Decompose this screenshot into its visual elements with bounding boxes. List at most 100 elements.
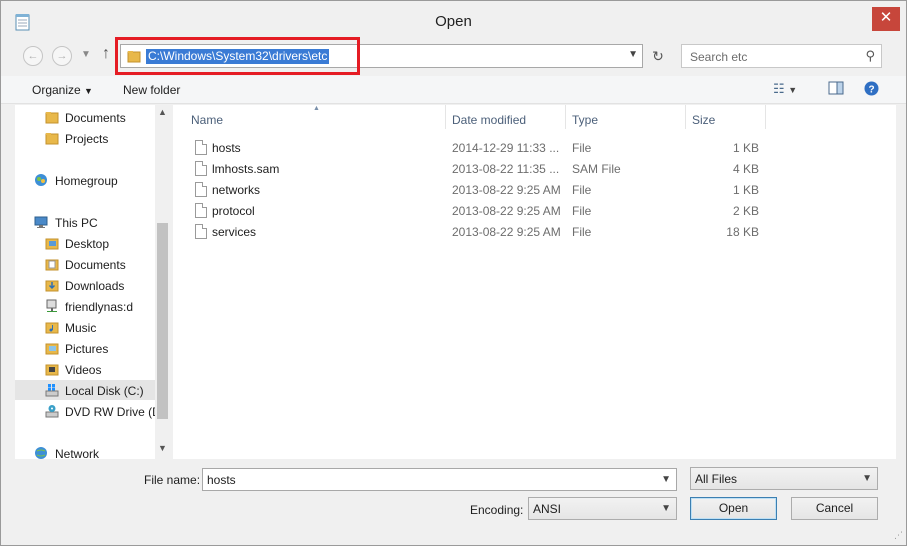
refresh-button[interactable]: ↻ (647, 45, 669, 67)
file-row[interactable]: protocol 2013-08-22 9:25 AM File 2 KB (173, 201, 773, 222)
toolbar: Organize ▼ New folder ☷ ▼ ? (1, 76, 906, 104)
column-header-name[interactable]: Name (191, 113, 223, 127)
search-box[interactable]: Search etc ⚲ (681, 44, 882, 68)
file-icon (195, 161, 207, 176)
file-type: File (572, 141, 592, 155)
sidebar-item-downloads[interactable]: Downloads (15, 275, 157, 295)
file-type-filter[interactable]: All Files ▼ (690, 467, 878, 490)
file-icon (195, 224, 207, 239)
homegroup-icon (35, 174, 47, 186)
column-divider[interactable] (565, 105, 566, 129)
file-row[interactable]: lmhosts.sam 2013-08-22 11:35 ... SAM Fil… (173, 159, 773, 180)
file-name-combo[interactable]: hosts ▼ (202, 468, 677, 491)
folder-icon (45, 112, 59, 124)
organize-label: Organize (32, 83, 81, 97)
file-name: lmhosts.sam (212, 162, 280, 176)
chevron-down-icon: ▼ (661, 503, 671, 514)
address-dropdown-button[interactable]: ▼ (628, 49, 638, 60)
sidebar-item-documents-pc[interactable]: Documents (15, 254, 157, 274)
sidebar-item-homegroup[interactable]: Homegroup (15, 170, 157, 190)
file-row[interactable]: services 2013-08-22 9:25 AM File 18 KB (173, 222, 773, 243)
chevron-down-icon[interactable]: ▼ (661, 474, 671, 485)
sidebar-item-label: Music (65, 321, 97, 335)
annotation-highlight-box (115, 37, 360, 75)
help-button[interactable]: ? (864, 81, 879, 99)
forward-button[interactable]: → (52, 46, 72, 66)
resize-grip-icon[interactable]: ⋰ (894, 530, 903, 541)
sidebar-item-label: Documents (65, 111, 126, 125)
preview-pane-icon (828, 81, 844, 95)
sidebar-item-label: Projects (65, 132, 109, 146)
sidebar-scrollbar[interactable]: ▲ ▼ (155, 105, 170, 459)
back-arrow-icon: ← (27, 50, 39, 62)
view-options-button[interactable]: ☷ ▼ (773, 81, 797, 97)
folder-icon (45, 322, 59, 334)
column-divider[interactable] (685, 105, 686, 129)
up-button[interactable]: ↑ (102, 45, 110, 63)
new-folder-button[interactable]: New folder (123, 83, 180, 97)
file-date: 2013-08-22 9:25 AM (452, 204, 561, 218)
scroll-thumb[interactable] (157, 223, 168, 419)
svg-text:?: ? (868, 85, 874, 96)
back-button[interactable]: ← (23, 46, 43, 66)
column-header-size[interactable]: Size (692, 113, 715, 127)
file-row[interactable]: networks 2013-08-22 9:25 AM File 1 KB (173, 180, 773, 201)
file-name: networks (212, 183, 261, 197)
sort-indicator-icon: ▲ (313, 105, 320, 112)
view-list-icon: ☷ (773, 81, 785, 96)
file-type: SAM File (572, 162, 621, 176)
sidebar-item-friendlynas[interactable]: friendlynas:d (15, 296, 157, 316)
column-header-date[interactable]: Date modified (452, 113, 526, 127)
file-name: services (212, 225, 257, 239)
sidebar-item-label: DVD RW Drive (D (65, 405, 161, 419)
navigation-pane: Documents Projects Homegroup This PC Des… (15, 105, 170, 459)
scroll-down-icon[interactable]: ▼ (158, 443, 167, 453)
file-size: 2 KB (732, 204, 759, 218)
file-size: 4 KB (732, 162, 759, 176)
title-bar: Open ✕ (1, 1, 906, 41)
file-size: 18 KB (726, 225, 759, 239)
chevron-down-icon: ▼ (84, 86, 93, 96)
file-row[interactable]: hosts 2014-12-29 11:33 ... File 1 KB (173, 138, 773, 159)
sidebar-item-label: Downloads (65, 279, 125, 293)
sidebar-item-documents[interactable]: Documents (15, 107, 157, 127)
sidebar-item-desktop[interactable]: Desktop (15, 233, 157, 253)
sidebar-item-label: Network (55, 447, 100, 459)
sidebar-item-pictures[interactable]: Pictures (15, 338, 157, 358)
sidebar-item-network[interactable]: Network (15, 443, 157, 459)
chevron-down-icon: ▼ (788, 85, 798, 95)
search-icon[interactable]: ⚲ (865, 48, 875, 64)
encoding-select[interactable]: ANSI ▼ (528, 497, 677, 520)
sidebar-item-dvd-drive[interactable]: DVD RW Drive (D (15, 401, 161, 421)
column-divider[interactable] (765, 105, 766, 129)
sidebar-item-local-disk[interactable]: Local Disk (C:) (15, 380, 157, 400)
file-icon (195, 140, 207, 155)
scroll-up-icon[interactable]: ▲ (158, 107, 167, 117)
cancel-button[interactable]: Cancel (791, 497, 878, 520)
file-name-label: File name: (144, 473, 201, 487)
folder-icon (45, 364, 59, 376)
column-header-type[interactable]: Type (572, 113, 598, 127)
file-date: 2013-08-22 9:25 AM (452, 225, 561, 239)
recent-locations-button[interactable]: ▼ (81, 49, 91, 60)
sidebar-item-projects[interactable]: Projects (15, 128, 157, 148)
file-type: File (572, 225, 592, 239)
preview-pane-button[interactable] (828, 81, 844, 98)
open-button[interactable]: Open (690, 497, 777, 520)
close-button[interactable]: ✕ (872, 7, 900, 31)
chevron-down-icon: ▼ (628, 49, 638, 60)
forward-arrow-icon: → (56, 50, 68, 62)
folder-icon (45, 343, 59, 355)
sidebar-item-videos[interactable]: Videos (15, 359, 157, 379)
sidebar-item-music[interactable]: Music (15, 317, 157, 337)
refresh-icon: ↻ (652, 48, 664, 64)
file-name-value[interactable]: hosts (207, 473, 236, 487)
file-size: 1 KB (732, 141, 759, 155)
sidebar-item-this-pc[interactable]: This PC (15, 212, 157, 232)
file-date: 2013-08-22 11:35 ... (452, 162, 560, 176)
file-name: hosts (212, 141, 241, 155)
file-date: 2014-12-29 11:33 ... (452, 141, 560, 155)
organize-menu[interactable]: Organize ▼ (32, 83, 93, 97)
computer-icon (34, 216, 48, 228)
column-divider[interactable] (445, 105, 446, 129)
